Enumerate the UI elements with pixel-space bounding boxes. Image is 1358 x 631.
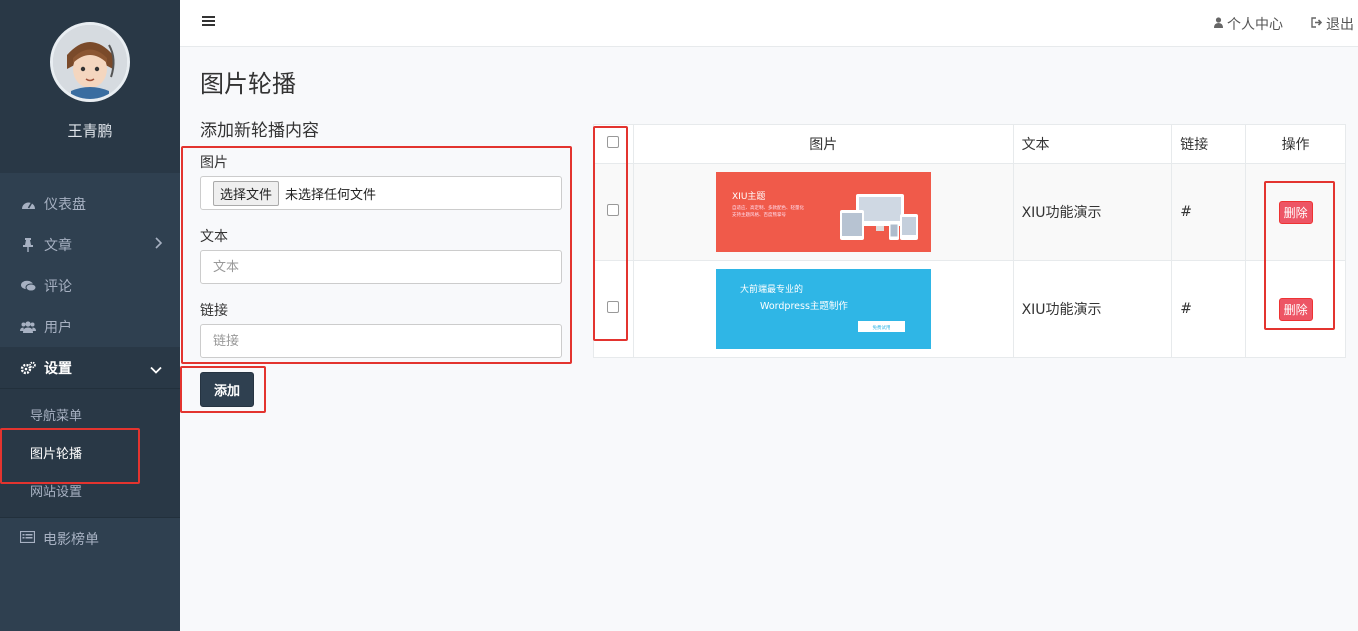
sidebar-item-label: 仪表盘: [44, 196, 86, 213]
users-icon: [20, 320, 36, 334]
image-cell: 大前端最专业的 Wordpress主题制作 免费试用: [632, 260, 1014, 358]
hamburger-menu-icon[interactable]: [202, 15, 216, 29]
page-title: 图片轮播: [200, 70, 296, 98]
sign-out-icon: [1311, 16, 1323, 32]
sidebar-item-dashboard[interactable]: 仪表盘: [0, 183, 180, 224]
top-navbar: 个人中心 退出: [180, 0, 1358, 47]
user-icon: [1214, 16, 1223, 32]
add-button[interactable]: 添加: [200, 372, 254, 407]
profile-link[interactable]: 个人中心: [1214, 14, 1283, 34]
text-input[interactable]: [200, 250, 562, 284]
image-label: 图片: [200, 155, 228, 171]
image-cell: XIU主题 自适应、高定制、多款配色、轻量化 支持主题风格、百度熊掌号: [632, 163, 1014, 261]
link-input[interactable]: [200, 324, 562, 358]
banner-image: XIU主题 自适应、高定制、多款配色、轻量化 支持主题风格、百度熊掌号: [715, 172, 931, 252]
avatar[interactable]: [50, 22, 130, 102]
text-cell: XIU功能演示: [1012, 163, 1173, 261]
username: 王青鹏: [67, 122, 113, 140]
sidebar-item-comments[interactable]: 评论: [0, 265, 180, 306]
banner-image: 大前端最专业的 Wordpress主题制作 免费试用: [715, 269, 931, 349]
action-cell: 删除: [1245, 163, 1346, 261]
top-right-links: 个人中心 退出: [1214, 0, 1358, 47]
carousel-table: 图片 文本 链接 操作 XIU主题 自适应、高定制、多款配色、轻量化 支持主题风…: [593, 124, 1346, 358]
submenu-item-site-settings[interactable]: 网站设置: [0, 471, 180, 509]
row-select-cell: [593, 163, 634, 261]
pin-icon: [20, 237, 36, 252]
file-status-text: 未选择任何文件: [285, 187, 377, 203]
sidebar: 王青鹏 仪表盘 文章 评论 用户 设置 导航菜单 图片轮播 网站设置 电影榜单: [0, 0, 180, 631]
table-row: XIU主题 自适应、高定制、多款配色、轻量化 支持主题风格、百度熊掌号 XIU功…: [593, 163, 1346, 261]
link-cell: #: [1171, 260, 1247, 358]
sidebar-item-label: 电影榜单: [43, 531, 99, 548]
logout-link-label: 退出: [1326, 16, 1354, 33]
table-header-row: 图片 文本 链接 操作: [593, 124, 1346, 164]
row-checkbox[interactable]: [607, 204, 620, 216]
comments-icon: [20, 279, 36, 293]
profile-panel: 王青鹏: [0, 0, 180, 173]
column-header-action: 操作: [1245, 124, 1346, 164]
chevron-right-icon: [154, 237, 163, 253]
column-header-link: 链接: [1171, 124, 1247, 164]
cogs-icon: [20, 361, 36, 375]
banner-cta-label: 免费试用: [872, 324, 890, 331]
banner-line2: 支持主题风格、百度熊掌号: [732, 211, 786, 218]
action-cell: 删除: [1245, 260, 1346, 358]
row-select-cell: [593, 260, 634, 358]
settings-submenu: 导航菜单 图片轮播 网站设置: [0, 388, 180, 518]
choose-file-button[interactable]: 选择文件: [213, 180, 280, 206]
column-header-text: 文本: [1012, 124, 1173, 164]
sidebar-item-movies[interactable]: 电影榜单: [0, 518, 180, 559]
logout-link[interactable]: 退出: [1311, 14, 1354, 34]
banner-title: XIU主题: [732, 190, 765, 202]
column-header-image: 图片: [632, 124, 1014, 164]
sidebar-item-settings[interactable]: 设置: [0, 347, 180, 388]
text-label: 文本: [200, 229, 228, 245]
dashboard-icon: [20, 197, 36, 211]
delete-button[interactable]: 删除: [1278, 297, 1313, 321]
banner-line1: 自适应、高定制、多款配色、轻量化: [732, 204, 804, 211]
select-all-checkbox[interactable]: [607, 136, 620, 148]
sidebar-item-label: 评论: [44, 278, 72, 295]
sidebar-item-users[interactable]: 用户: [0, 306, 180, 347]
submenu-item-carousel[interactable]: 图片轮播: [0, 433, 180, 471]
profile-link-label: 个人中心: [1227, 16, 1283, 33]
link-cell: #: [1171, 163, 1247, 261]
sidebar-item-label: 设置: [44, 360, 72, 377]
sidebar-item-label: 文章: [44, 237, 72, 254]
image-file-input[interactable]: 选择文件 未选择任何文件: [200, 176, 562, 210]
delete-button[interactable]: 删除: [1278, 200, 1313, 224]
link-label: 链接: [200, 303, 228, 319]
row-checkbox[interactable]: [607, 301, 620, 313]
list-icon: [19, 530, 36, 547]
sidebar-item-label: 用户: [44, 319, 72, 336]
banner-line1: Wordpress主题制作: [760, 300, 848, 312]
table-row: 大前端最专业的 Wordpress主题制作 免费试用 XIU功能演示 # 删除: [593, 260, 1346, 358]
form-title: 添加新轮播内容: [200, 121, 319, 141]
submenu-item-nav-menu[interactable]: 导航菜单: [0, 395, 180, 433]
banner-title: 大前端最专业的: [740, 283, 803, 295]
text-cell: XIU功能演示: [1012, 260, 1173, 358]
sidebar-item-articles[interactable]: 文章: [0, 224, 180, 265]
select-all-cell: [593, 124, 634, 164]
sidebar-menu: 仪表盘 文章 评论 用户 设置 导航菜单 图片轮播 网站设置 电影榜单: [0, 183, 180, 559]
chevron-down-icon: [150, 362, 162, 378]
